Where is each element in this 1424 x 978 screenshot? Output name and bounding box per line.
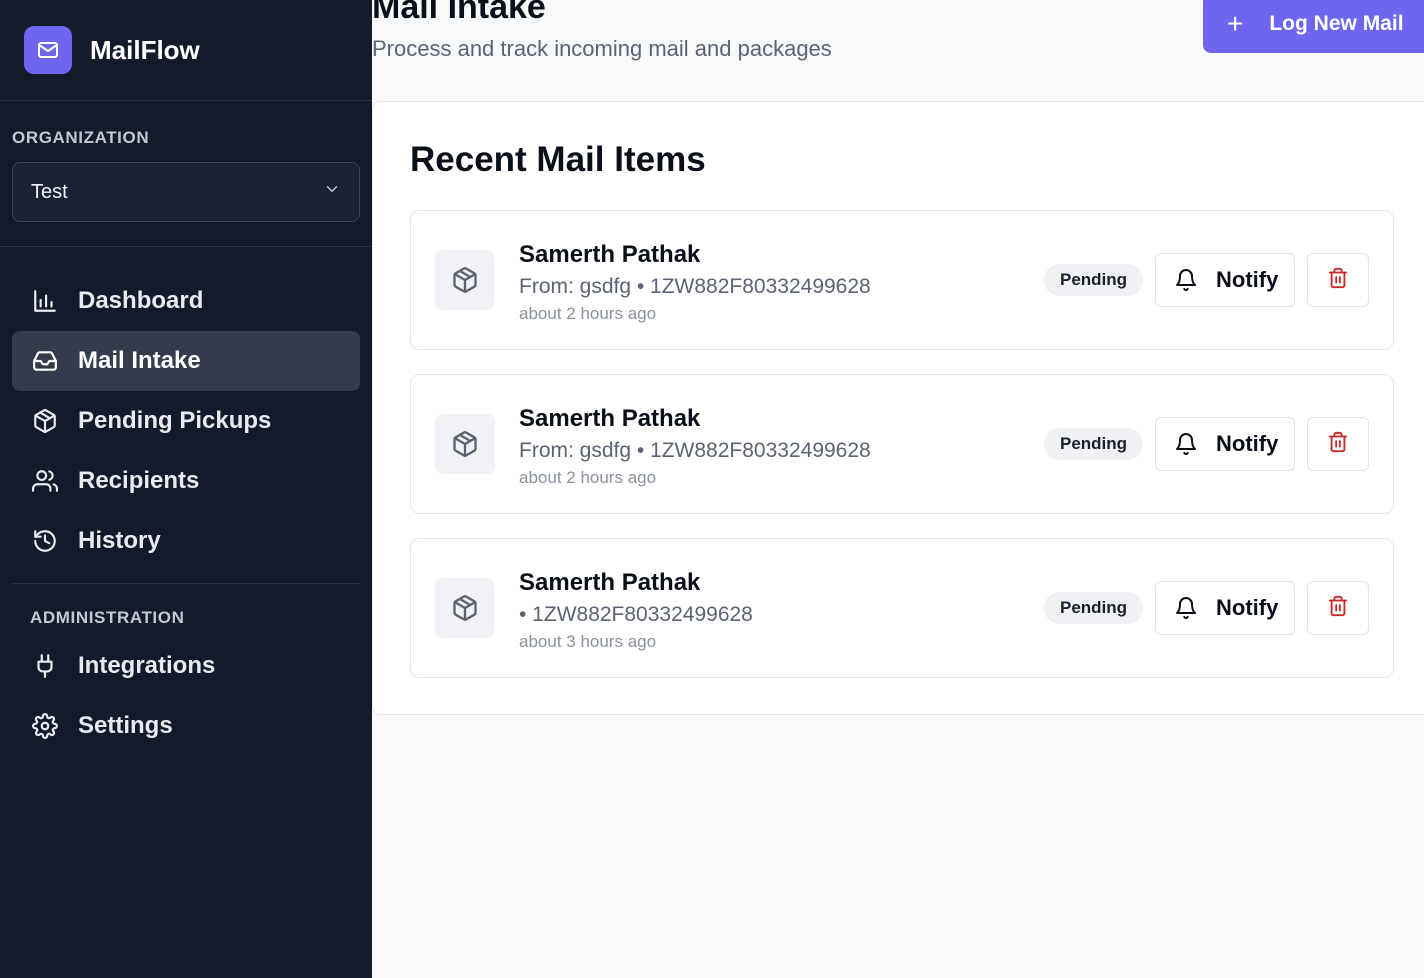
notify-button[interactable]: Notify xyxy=(1155,253,1295,307)
mail-timestamp: about 2 hours ago xyxy=(519,304,657,323)
gear-icon xyxy=(30,711,60,741)
trash-icon xyxy=(1327,595,1349,622)
bell-icon xyxy=(1174,596,1198,620)
organization-select[interactable]: Test xyxy=(12,162,360,222)
nav-item-pending-pickups[interactable]: Pending Pickups xyxy=(12,391,360,451)
chevron-down-icon xyxy=(323,180,341,204)
inbox-icon xyxy=(30,346,60,376)
nav-item-history[interactable]: History xyxy=(12,511,360,571)
mail-icon xyxy=(24,26,72,74)
nav-item-label: Settings xyxy=(78,712,173,739)
plug-icon xyxy=(30,651,60,681)
recent-mail-card: Recent Mail Items Samerth Pathak From: g… xyxy=(372,101,1424,715)
mail-timestamp: about 3 hours ago xyxy=(519,632,657,651)
mail-details: From: gsdfg • 1ZW882F80332499628 xyxy=(519,439,871,462)
recipient-name: Samerth Pathak xyxy=(519,569,701,596)
recipient-name: Samerth Pathak xyxy=(519,405,701,432)
status-badge: Pending xyxy=(1044,264,1144,296)
nav-item-recipients[interactable]: Recipients xyxy=(12,451,360,511)
page-title: Mail Intake xyxy=(372,0,546,26)
recent-mail-title: Recent Mail Items xyxy=(410,140,706,179)
organization-label: ORGANIZATION xyxy=(12,128,150,147)
notify-label: Notify xyxy=(1216,267,1279,292)
nav-item-label: Dashboard xyxy=(78,287,204,314)
mail-item: Samerth Pathak From: gsdfg • 1ZW882F8033… xyxy=(410,374,1394,514)
package-icon xyxy=(435,414,495,474)
notify-label: Notify xyxy=(1216,595,1279,620)
recipient-name: Samerth Pathak xyxy=(519,241,701,268)
trash-icon xyxy=(1327,431,1349,458)
delete-button[interactable] xyxy=(1307,581,1369,635)
nav-item-mail-intake[interactable]: Mail Intake xyxy=(12,331,360,391)
main-nav: Dashboard Mail Intake Pending Pickups Re… xyxy=(0,247,372,756)
nav-item-integrations[interactable]: Integrations xyxy=(12,636,360,696)
brand: MailFlow xyxy=(0,0,372,101)
users-icon xyxy=(30,466,60,496)
organization-section: ORGANIZATION Test xyxy=(0,101,372,247)
mail-details: From: gsdfg • 1ZW882F80332499628 xyxy=(519,275,871,298)
delete-button[interactable] xyxy=(1307,253,1369,307)
nav-item-label: Recipients xyxy=(78,467,200,494)
nav-divider xyxy=(12,583,360,584)
mail-item: Samerth Pathak • 1ZW882F80332499628 abou… xyxy=(410,538,1394,678)
mail-details: • 1ZW882F80332499628 xyxy=(519,603,753,626)
notify-label: Notify xyxy=(1216,431,1279,456)
page-subtitle: Process and track incoming mail and pack… xyxy=(372,36,832,61)
package-icon xyxy=(435,250,495,310)
history-icon xyxy=(30,526,60,556)
bell-icon xyxy=(1174,432,1198,456)
nav-item-label: History xyxy=(78,527,161,554)
nav-item-label: Pending Pickups xyxy=(78,407,272,434)
nav-item-label: Integrations xyxy=(78,652,216,679)
log-new-mail-button[interactable]: + Log New Mail xyxy=(1203,0,1424,53)
organization-selected-value: Test xyxy=(31,180,68,203)
mail-timestamp: about 2 hours ago xyxy=(519,468,657,487)
bar-chart-icon xyxy=(30,286,60,316)
package-icon xyxy=(435,578,495,638)
log-new-mail-label: Log New Mail xyxy=(1269,11,1404,35)
notify-button[interactable]: Notify xyxy=(1155,417,1295,471)
status-badge: Pending xyxy=(1044,592,1144,624)
administration-label: ADMINISTRATION xyxy=(30,608,185,627)
trash-icon xyxy=(1327,267,1349,294)
nav-item-settings[interactable]: Settings xyxy=(12,696,360,756)
sidebar: MailFlow ORGANIZATION Test Dashboard Mai… xyxy=(0,0,372,978)
plus-icon: + xyxy=(1227,7,1244,39)
notify-button[interactable]: Notify xyxy=(1155,581,1295,635)
status-badge: Pending xyxy=(1044,428,1144,460)
nav-item-dashboard[interactable]: Dashboard xyxy=(12,271,360,331)
package-icon xyxy=(30,406,60,436)
nav-item-label: Mail Intake xyxy=(78,347,201,374)
app-name: MailFlow xyxy=(90,34,200,65)
delete-button[interactable] xyxy=(1307,417,1369,471)
mail-item: Samerth Pathak From: gsdfg • 1ZW882F8033… xyxy=(410,210,1394,350)
bell-icon xyxy=(1174,268,1198,292)
